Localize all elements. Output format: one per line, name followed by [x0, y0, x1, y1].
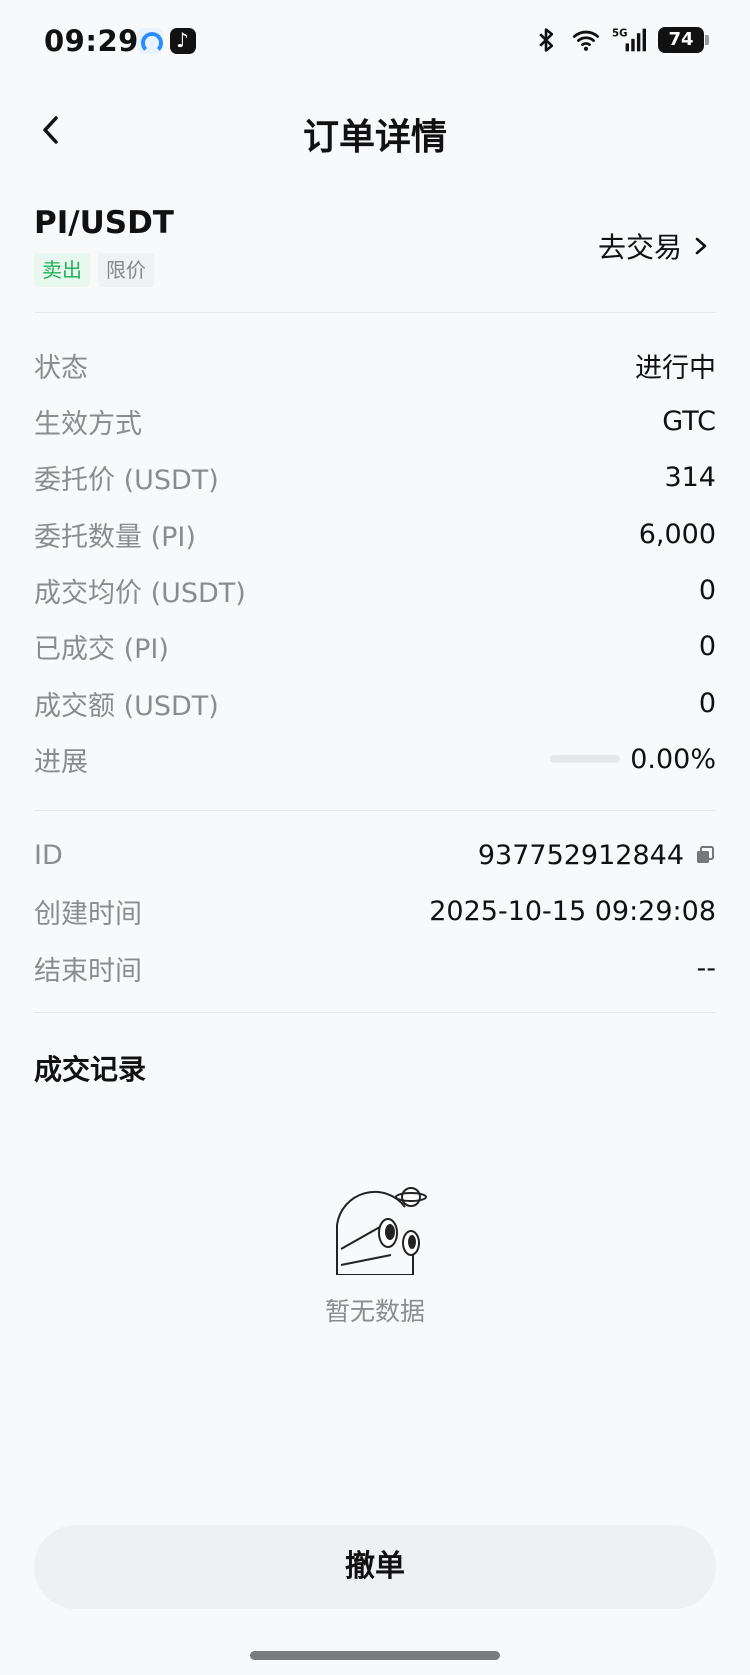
detail-label: 状态	[34, 352, 88, 384]
ended-label: 结束时间	[34, 955, 142, 987]
detail-row-avg-price: 成交均价 (USDT) 0	[34, 566, 716, 614]
meta-row-id: ID 937752912844	[34, 831, 716, 879]
meta-row-ended: 结束时间 --	[34, 944, 716, 992]
divider	[34, 810, 716, 811]
detail-row-status: 状态 进行中	[34, 341, 716, 389]
meta-row-created: 创建时间 2025-10-15 09:29:08	[34, 887, 716, 935]
status-bar: 09:29 5G 74	[0, 0, 750, 90]
id-value-wrap: 937752912844	[478, 840, 716, 871]
cancel-order-button[interactable]: 撤单	[34, 1525, 716, 1609]
nav-header: 订单详情	[0, 90, 750, 176]
detail-value: 0	[698, 630, 716, 662]
go-trade-link[interactable]: 去交易	[598, 226, 710, 266]
detail-label: 委托价 (USDT)	[34, 464, 219, 496]
network-label: 5G	[612, 29, 627, 40]
status-time: 09:29	[44, 24, 139, 58]
detail-row-filled-total: 成交额 (USDT) 0	[34, 679, 716, 727]
detail-value: 0	[698, 574, 716, 606]
detail-label: 已成交 (PI)	[34, 633, 169, 665]
detail-value: 0	[698, 687, 716, 719]
home-indicator[interactable]	[250, 1651, 500, 1660]
detail-label: 生效方式	[34, 408, 142, 440]
detail-row-time-in-force: 生效方式 GTC	[34, 397, 716, 445]
divider	[34, 312, 716, 313]
detail-label: 成交均价 (USDT)	[34, 577, 246, 609]
detail-label: 委托数量 (PI)	[34, 521, 196, 553]
bluetooth-icon	[539, 28, 554, 52]
id-label: ID	[34, 839, 63, 871]
battery-icon: 74	[658, 27, 709, 53]
signal-icon: 5G	[612, 29, 646, 52]
copy-icon[interactable]	[694, 844, 716, 866]
detail-label: 成交额 (USDT)	[34, 690, 219, 722]
divider	[34, 1012, 716, 1013]
ended-value: --	[696, 952, 717, 984]
records-title: 成交记录	[34, 1053, 147, 1086]
detail-row-filled: 已成交 (PI) 0	[34, 622, 716, 670]
progress-label: 进展	[34, 746, 88, 778]
go-trade-label: 去交易	[597, 231, 682, 264]
created-label: 创建时间	[34, 898, 142, 930]
detail-value: 6,000	[638, 518, 716, 550]
progress-bar	[550, 755, 621, 763]
order-detail-page: 09:29 5G 74	[0, 0, 750, 1675]
status-icons: 5G 74	[532, 26, 709, 54]
detail-value: 314	[664, 461, 716, 493]
progress-value: 0.00%	[630, 743, 716, 775]
detail-row-progress: 进展 0.00%	[34, 735, 716, 783]
order-id: 937752912844	[477, 839, 684, 871]
trading-pair: PI/USDT	[34, 205, 174, 241]
wifi-icon	[572, 30, 600, 51]
tiktok-icon	[170, 28, 196, 54]
order-type-tag: 限价	[98, 253, 154, 287]
page-title: 订单详情	[302, 117, 447, 158]
detail-row-order-price: 委托价 (USDT) 314	[34, 453, 716, 501]
detail-row-order-amount: 委托数量 (PI) 6,000	[34, 510, 716, 558]
app-notification-icon	[137, 28, 163, 54]
chevron-right-icon	[695, 237, 707, 255]
progress-value-wrap: 0.00%	[550, 744, 716, 775]
detail-value: 进行中	[635, 352, 716, 384]
side-tag: 卖出	[34, 253, 90, 287]
empty-state-text: 暂无数据	[324, 1297, 425, 1326]
created-value: 2025-10-15 09:29:08	[429, 895, 716, 927]
empty-telescope-icon	[336, 1187, 427, 1275]
order-tags: 卖出 限价	[34, 253, 154, 287]
detail-value: GTC	[662, 405, 716, 437]
